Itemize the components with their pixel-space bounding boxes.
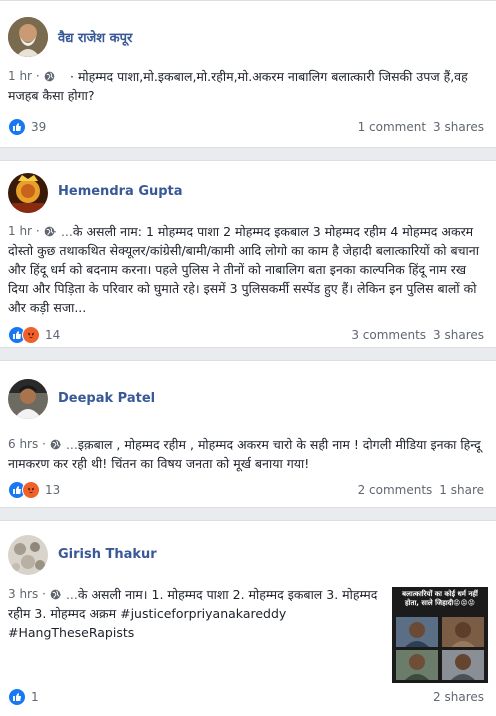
- post-card: Deepak Patel 6 hrs · · ...इक़बाल , मोहम्…: [0, 360, 496, 508]
- reactions-bar[interactable]: 13: [8, 481, 60, 499]
- post-card: Hemendra Gupta 1 hr · · ...के असली नाम: …: [0, 160, 496, 348]
- engagement-stats: 2 shares: [433, 690, 484, 704]
- reaction-count: 14: [45, 328, 61, 342]
- post-card: वैद्य राजेश कपूर 1 hr · · मोहम्मद पाशा,म…: [0, 0, 496, 148]
- angry-icon: [22, 326, 40, 344]
- author-name[interactable]: Girish Thakur: [58, 547, 157, 562]
- engagement-stats: 2 comments 1 share: [358, 483, 484, 497]
- post-image[interactable]: बलात्कारियों का कोई धर्म नहीं होता, साले…: [392, 587, 488, 683]
- post-text: · ...के असली नाम: 1 मोहम्मद पाशा 2 मोहम्…: [8, 224, 479, 315]
- reaction-count: 13: [45, 483, 61, 497]
- like-icon: [8, 688, 26, 706]
- like-icon: [8, 118, 26, 136]
- comments-link[interactable]: 3 comments: [351, 328, 426, 342]
- post-card: Girish Thakur 3 hrs · · ...के असली नाम। …: [0, 520, 496, 716]
- reactions-bar[interactable]: 39: [8, 118, 46, 136]
- author-name[interactable]: वैद्य राजेश कपूर: [58, 28, 132, 46]
- angry-icon: [22, 481, 40, 499]
- suspects-photo-grid: [396, 617, 484, 680]
- comments-link[interactable]: 2 comments: [358, 483, 433, 497]
- avatar[interactable]: [8, 17, 48, 57]
- post-text: · ...इक़बाल , मोहम्मद रहीम , मोहम्मद अकर…: [8, 437, 481, 471]
- avatar[interactable]: [8, 173, 48, 213]
- shares-link[interactable]: 3 shares: [433, 328, 484, 342]
- avatar[interactable]: [8, 535, 48, 575]
- engagement-stats: 1 comment 3 shares: [358, 120, 484, 134]
- author-name[interactable]: Deepak Patel: [58, 391, 155, 406]
- reaction-count: 39: [31, 120, 47, 134]
- reactions-bar[interactable]: 14: [8, 326, 60, 344]
- shares-link[interactable]: 3 shares: [433, 120, 484, 134]
- reactions-bar[interactable]: 1: [8, 688, 39, 706]
- author-name[interactable]: Hemendra Gupta: [58, 184, 183, 199]
- avatar[interactable]: [8, 379, 48, 419]
- reaction-count: 1: [31, 690, 39, 704]
- post-text: · ...के असली नाम। 1. मोहम्मद पाशा 2. मोह…: [8, 587, 378, 640]
- shares-link[interactable]: 1 share: [439, 483, 484, 497]
- comments-link[interactable]: 1 comment: [358, 120, 426, 134]
- engagement-stats: 3 comments 3 shares: [351, 328, 484, 342]
- shares-link[interactable]: 2 shares: [433, 690, 484, 704]
- post-text: · मोहम्मद पाशा,मो.इकबाल,मो.रहीम,मो.अकरम …: [8, 69, 468, 103]
